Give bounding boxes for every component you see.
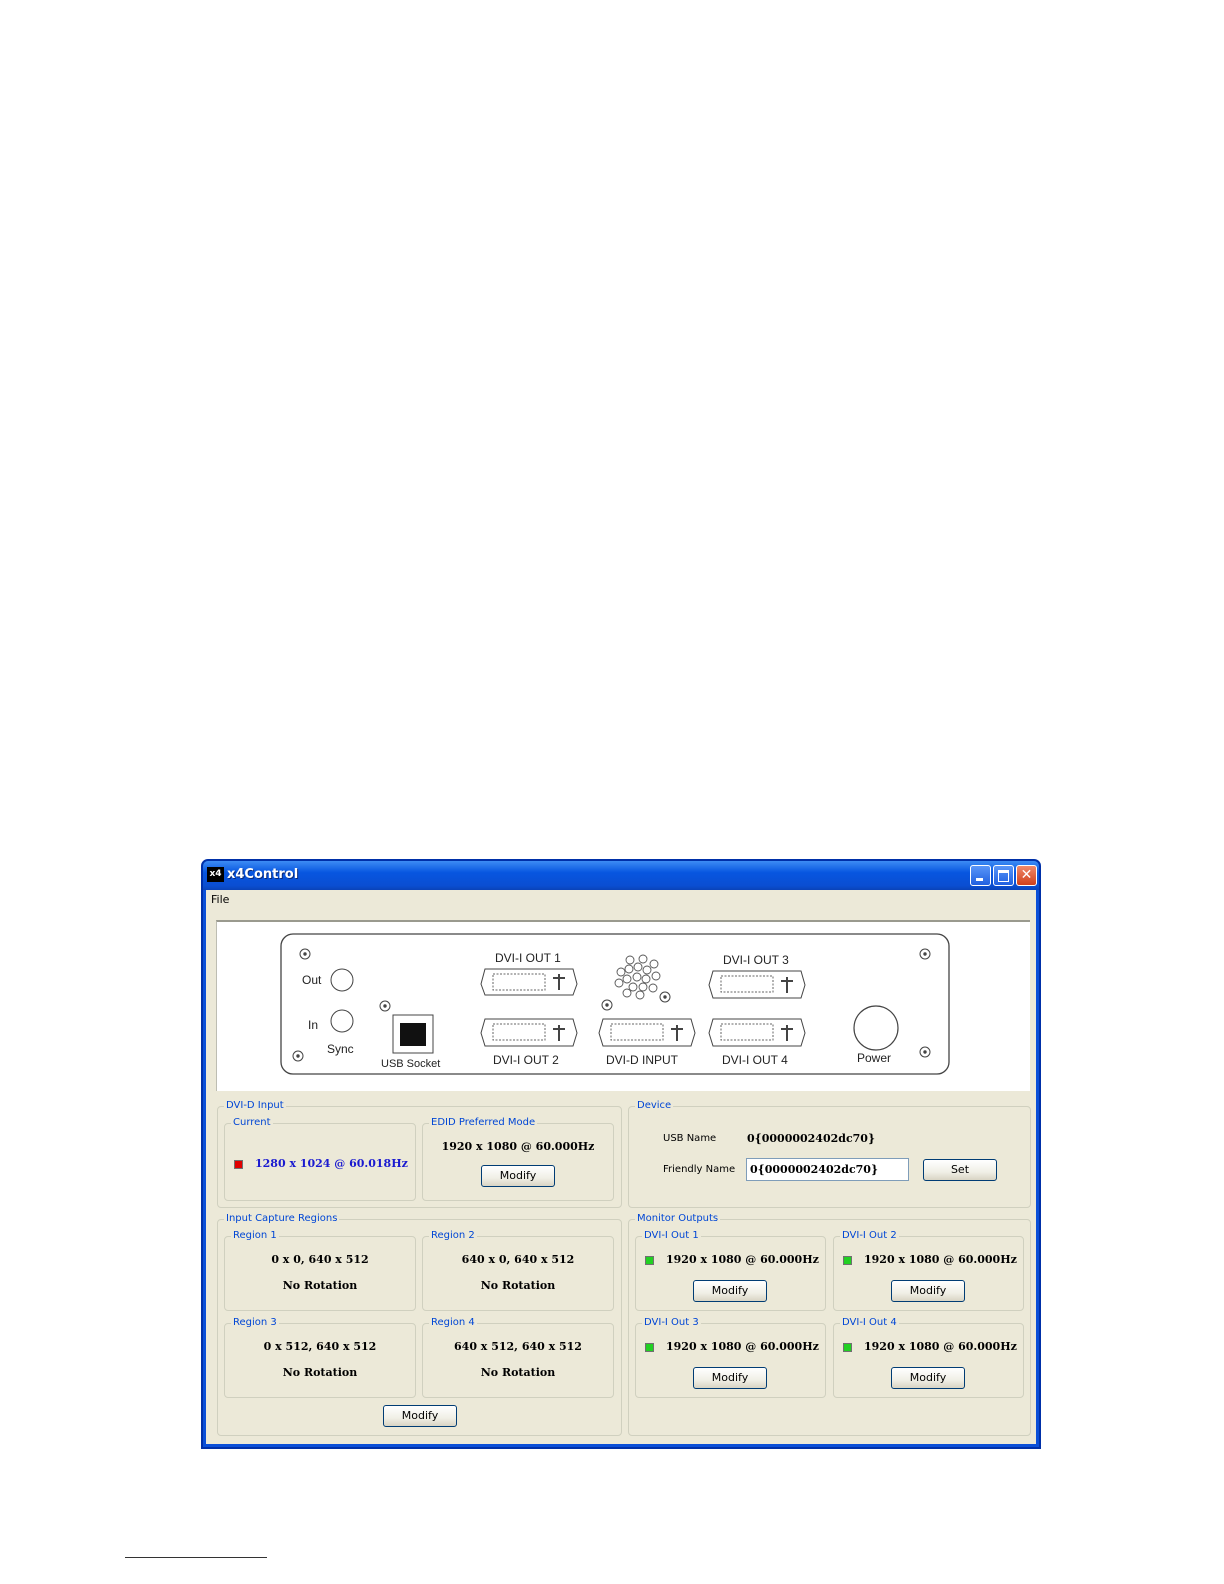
dvi-out-3-modify-button[interactable]: Modify <box>693 1367 767 1389</box>
device-rear-panel-drawing: Out In Sync USB Socket DVI-I OUT 1 DVI-I… <box>280 933 950 1075</box>
dvi-out-1-label: DVI-I OUT 1 <box>495 951 561 965</box>
region-4-label: Region 4 <box>429 1316 477 1330</box>
app-logo-icon: x4 <box>207 867 224 882</box>
usb-socket-label: USB Socket <box>381 1058 440 1070</box>
monitor-outputs-group: Monitor Outputs DVI-I Out 1 1920 x 1080 … <box>628 1212 1031 1436</box>
dvi-out-3-status-led <box>645 1343 654 1352</box>
region-1-label: Region 1 <box>231 1229 279 1243</box>
input-capture-regions-label: Input Capture Regions <box>224 1212 340 1226</box>
window-client-area: File Out In Sync USB Socket DVI-I OUT 1 … <box>206 890 1036 1444</box>
edid-modify-button[interactable]: Modify <box>481 1165 555 1187</box>
dvi-out-1-mode: 1920 x 1080 @ 60.000Hz <box>666 1253 819 1266</box>
dvi-out-4-label: DVI-I OUT 4 <box>722 1053 788 1067</box>
dvi-out-4-group: DVI-I Out 4 1920 x 1080 @ 60.000Hz Modif… <box>833 1316 1024 1398</box>
dvi-out-2-group: DVI-I Out 2 1920 x 1080 @ 60.000Hz Modif… <box>833 1229 1024 1311</box>
dvi-out-1-group: DVI-I Out 1 1920 x 1080 @ 60.000Hz Modif… <box>635 1229 826 1311</box>
region-2-label: Region 2 <box>429 1229 477 1243</box>
dvi-out-4-modify-button[interactable]: Modify <box>891 1367 965 1389</box>
dvi-out-1-port-icon <box>480 968 578 996</box>
sync-in-label: In <box>308 1018 318 1032</box>
dvi-out-4-mode: 1920 x 1080 @ 60.000Hz <box>864 1340 1017 1353</box>
dvi-out-3-label: DVI-I OUT 3 <box>723 953 789 967</box>
dvi-out-4-port-icon <box>708 1018 806 1047</box>
monitor-outputs-label: Monitor Outputs <box>635 1212 721 1226</box>
dvi-out-1-modify-button[interactable]: Modify <box>693 1280 767 1302</box>
set-button[interactable]: Set <box>923 1159 997 1181</box>
dvi-out-1-group-label: DVI-I Out 1 <box>642 1229 701 1243</box>
input-capture-regions-group: Input Capture Regions Region 1 0 x 0, 64… <box>217 1212 622 1436</box>
usb-name-value: 0{0000002402dc70} <box>747 1132 876 1145</box>
dvi-d-input-port-icon <box>598 1018 696 1047</box>
dvi-out-2-label: DVI-I OUT 2 <box>493 1053 559 1067</box>
friendly-name-input[interactable]: 0{0000002402dc70} <box>746 1158 909 1181</box>
device-group: Device USB Name 0{0000002402dc70} Friend… <box>628 1099 1031 1208</box>
dvi-out-2-modify-button[interactable]: Modify <box>891 1280 965 1302</box>
dvi-out-2-status-led <box>843 1256 852 1265</box>
dvi-out-1-status-led <box>645 1256 654 1265</box>
dvi-d-input-group: DVI-D Input Current 1280 x 1024 @ 60.018… <box>217 1099 622 1208</box>
current-mode-value: 1280 x 1024 @ 60.018Hz <box>255 1157 408 1170</box>
region-3-group: Region 3 0 x 512, 640 x 512 No Rotation <box>224 1316 416 1398</box>
sync-out-label: Out <box>302 973 322 987</box>
region-3-geometry: 0 x 512, 640 x 512 <box>263 1340 377 1353</box>
power-label: Power <box>857 1051 891 1065</box>
device-rear-panel: Out In Sync USB Socket DVI-I OUT 1 DVI-I… <box>216 920 1030 1091</box>
dvi-out-2-mode: 1920 x 1080 @ 60.000Hz <box>864 1253 1017 1266</box>
capture-regions-modify-button[interactable]: Modify <box>383 1405 457 1427</box>
current-mode-group: Current 1280 x 1024 @ 60.018Hz <box>224 1116 416 1201</box>
edid-preferred-mode-label: EDID Preferred Mode <box>429 1116 538 1130</box>
device-group-label: Device <box>635 1099 674 1113</box>
dvi-out-3-mode: 1920 x 1080 @ 60.000Hz <box>666 1340 819 1353</box>
dvi-d-input-group-label: DVI-D Input <box>224 1099 286 1113</box>
maximize-button[interactable] <box>993 865 1014 886</box>
footnote-separator <box>125 1557 267 1558</box>
maximize-icon <box>994 866 1013 885</box>
edid-preferred-mode-group: EDID Preferred Mode 1920 x 1080 @ 60.000… <box>422 1116 614 1201</box>
minimize-icon <box>971 866 990 885</box>
close-icon: ✕ <box>1020 867 1033 883</box>
menu-bar: File <box>206 890 1036 910</box>
dvi-d-input-label: DVI-D INPUT <box>606 1053 679 1067</box>
dvi-out-3-group: DVI-I Out 3 1920 x 1080 @ 60.000Hz Modif… <box>635 1316 826 1398</box>
region-4-geometry: 640 x 512, 640 x 512 <box>454 1340 582 1353</box>
region-2-geometry: 640 x 0, 640 x 512 <box>461 1253 575 1266</box>
dvi-out-3-group-label: DVI-I Out 3 <box>642 1316 701 1330</box>
current-mode-label: Current <box>231 1116 273 1130</box>
region-4-rotation: No Rotation <box>480 1366 556 1379</box>
region-4-group: Region 4 640 x 512, 640 x 512 No Rotatio… <box>422 1316 614 1398</box>
region-1-group: Region 1 0 x 0, 640 x 512 No Rotation <box>224 1229 416 1311</box>
region-1-rotation: No Rotation <box>282 1279 358 1292</box>
dvi-out-3-port-icon <box>708 970 806 999</box>
region-3-rotation: No Rotation <box>282 1366 358 1379</box>
dvi-out-2-port-icon <box>480 1018 578 1047</box>
app-window: x4 x4Control ✕ File Out In Sync USB Sock… <box>201 859 1041 1449</box>
minimize-button[interactable] <box>970 865 991 886</box>
region-3-label: Region 3 <box>231 1316 279 1330</box>
title-bar[interactable]: x4 x4Control ✕ <box>203 861 1039 890</box>
friendly-name-label: Friendly Name <box>663 1164 736 1175</box>
dvi-out-4-group-label: DVI-I Out 4 <box>840 1316 899 1330</box>
region-1-geometry: 0 x 0, 640 x 512 <box>271 1253 369 1266</box>
dvi-out-4-status-led <box>843 1343 852 1352</box>
window-title: x4Control <box>227 867 299 882</box>
menu-file[interactable]: File <box>211 893 229 906</box>
usb-socket-inner-icon <box>400 1023 426 1046</box>
usb-name-label: USB Name <box>663 1133 717 1144</box>
region-2-rotation: No Rotation <box>480 1279 556 1292</box>
close-button[interactable]: ✕ <box>1016 865 1037 886</box>
dvi-out-2-group-label: DVI-I Out 2 <box>840 1229 899 1243</box>
edid-preferred-mode-value: 1920 x 1080 @ 60.000Hz <box>441 1140 595 1153</box>
sync-label: Sync <box>327 1042 354 1056</box>
region-2-group: Region 2 640 x 0, 640 x 512 No Rotation <box>422 1229 614 1311</box>
input-status-led <box>234 1160 243 1169</box>
